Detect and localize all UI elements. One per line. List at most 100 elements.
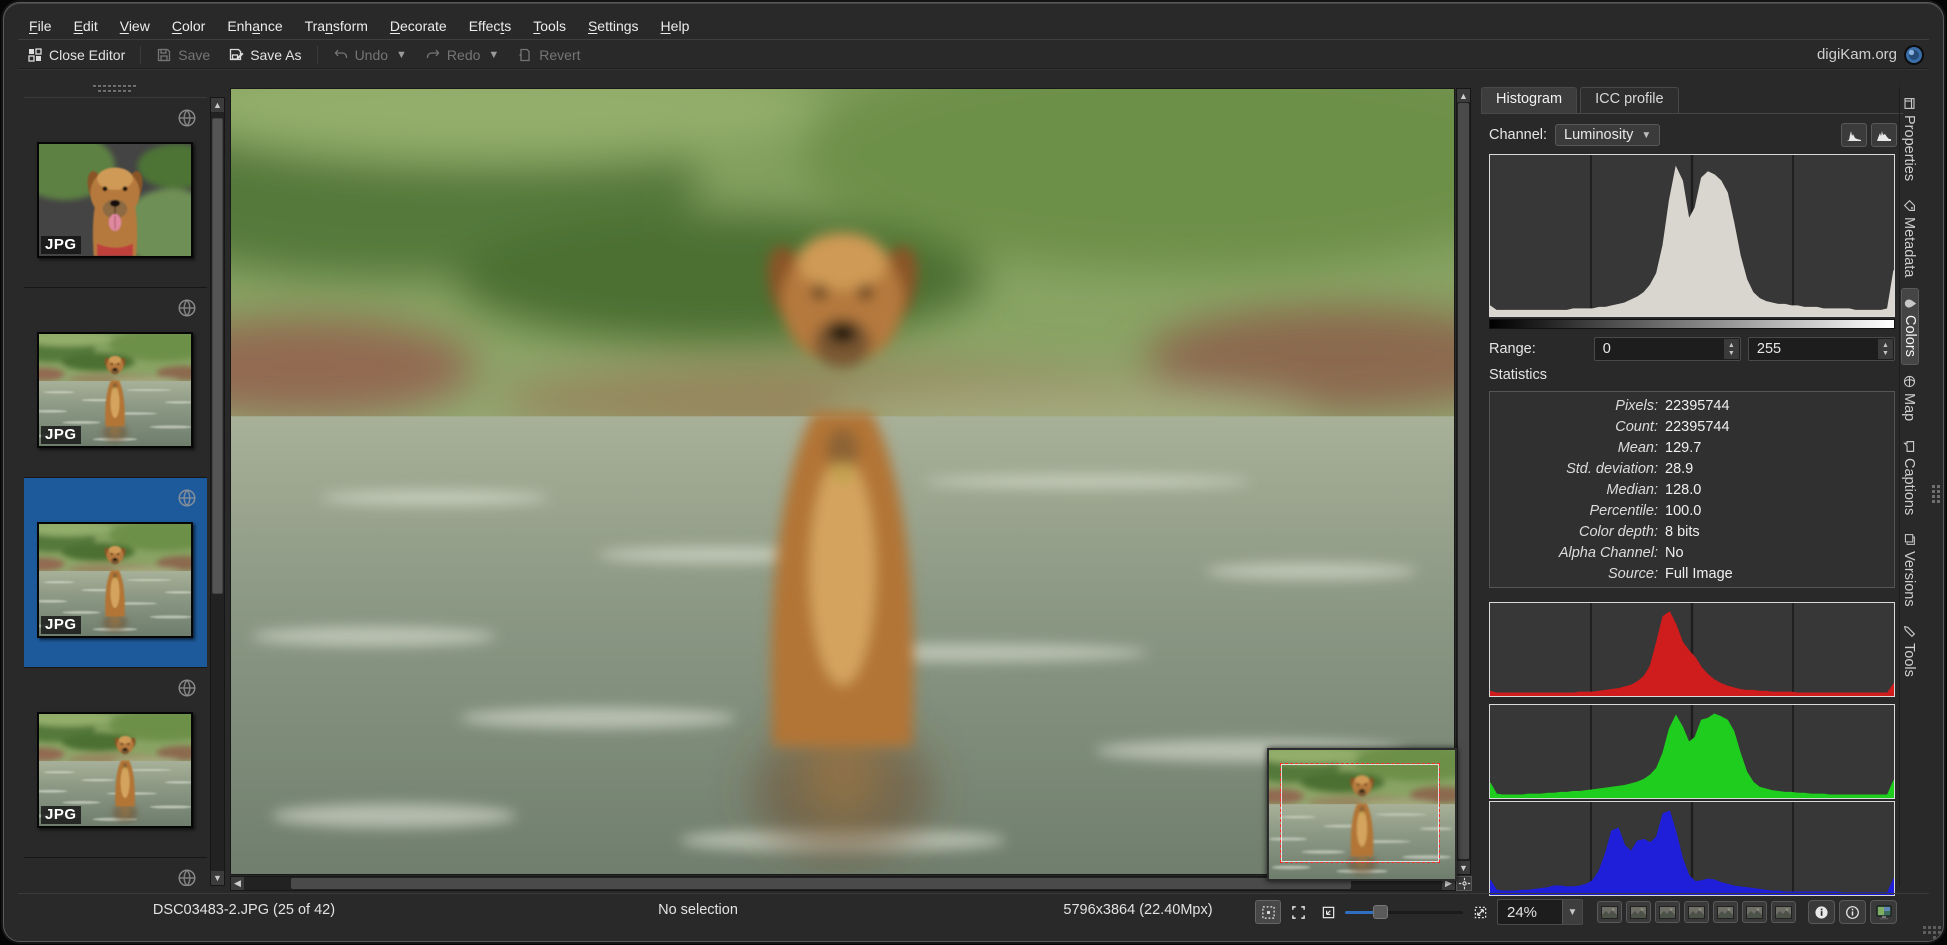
undo-button[interactable]: Undo▼ — [324, 44, 416, 66]
thumbnail-item-5[interactable] — [24, 858, 207, 886]
image-mini-icon — [1601, 906, 1618, 919]
sidebar-tab-colors[interactable]: Colors — [1901, 288, 1919, 366]
save-as-button[interactable]: Save As — [219, 44, 310, 66]
thumbnail-image[interactable]: JPG — [37, 332, 193, 448]
luminosity-histogram[interactable] — [1489, 154, 1895, 317]
sidebar-tab-captions[interactable]: Captions — [1901, 432, 1917, 523]
scroll-up-icon[interactable]: ▲ — [1457, 89, 1470, 102]
menu-settings[interactable]: Settings — [577, 15, 650, 37]
image-mini-icon — [1688, 906, 1705, 919]
stat-label: Alpha Channel: — [1490, 543, 1658, 564]
toolbar-separator — [317, 46, 318, 64]
scroll-down-icon[interactable]: ▼ — [1457, 861, 1470, 874]
thumbnail-image[interactable]: JPG — [37, 712, 193, 828]
stat-label: Std. deviation: — [1490, 459, 1658, 480]
sidebar-tab-properties[interactable]: Properties — [1901, 89, 1917, 189]
visible-region-rectangle[interactable] — [1280, 763, 1440, 863]
status-selection: No selection — [498, 902, 898, 918]
scroll-left-icon[interactable]: ◀ — [231, 877, 244, 890]
thumbnail-item-1[interactable]: JPG — [24, 98, 207, 288]
zoom-out-button[interactable] — [1315, 900, 1341, 924]
editor-preview-button-3[interactable] — [1655, 901, 1680, 923]
editor-preview-button-4[interactable] — [1684, 901, 1709, 923]
pan-preview-overlay[interactable] — [1267, 748, 1457, 881]
stat-value: Full Image — [1658, 564, 1733, 585]
menu-edit[interactable]: Edit — [63, 15, 109, 37]
chevron-down-icon[interactable]: ▼ — [396, 49, 407, 61]
sidebar-tab-tools[interactable]: Tools — [1901, 617, 1917, 685]
sidebar-tab-map[interactable]: Map — [1901, 367, 1917, 429]
revert-button[interactable]: Revert — [508, 44, 589, 66]
save-as-label: Save As — [250, 47, 301, 63]
zoom-fit-selection-button[interactable] — [1285, 900, 1311, 924]
tab-histogram[interactable]: Histogram — [1481, 87, 1577, 113]
editor-preview-button-7[interactable] — [1771, 901, 1796, 923]
thumbnail-item-3-selected[interactable]: JPG — [24, 478, 207, 668]
chevron-down-icon[interactable]: ▼ — [488, 49, 499, 61]
color-managed-view-button[interactable] — [1870, 900, 1897, 924]
editor-preview-button-5[interactable] — [1713, 901, 1738, 923]
channel-dropdown[interactable]: Luminosity ▼ — [1555, 124, 1660, 146]
menu-transform[interactable]: Transform — [294, 15, 379, 37]
channel-dropdown-value: Luminosity — [1564, 127, 1633, 143]
menu-view[interactable]: View — [109, 15, 161, 37]
scrollbar-thumb[interactable] — [1458, 103, 1469, 859]
linear-histogram-button[interactable] — [1841, 123, 1867, 147]
thumbnail-scrollbar[interactable]: ▲ ▼ — [210, 97, 225, 886]
save-button[interactable]: Save — [147, 44, 219, 66]
stat-row-percentile: Percentile:100.0 — [1490, 501, 1894, 522]
zoom-fit-window-button[interactable] — [1255, 900, 1281, 924]
menu-effects[interactable]: Effects — [458, 15, 523, 37]
spinner-arrows-icon[interactable]: ▲▼ — [1878, 339, 1893, 359]
spinner-arrows-icon[interactable]: ▲▼ — [1724, 339, 1739, 359]
red-channel-histogram — [1489, 602, 1895, 697]
thumbnail-item-4[interactable]: JPG — [24, 668, 207, 858]
scrollbar-thumb[interactable] — [212, 118, 223, 594]
menu-tools[interactable]: Tools — [522, 15, 577, 37]
editor-preview-button-1[interactable] — [1597, 901, 1622, 923]
stat-label: Mean: — [1490, 438, 1658, 459]
menu-enhance[interactable]: Enhance — [216, 15, 293, 37]
sidebar-resize-grip[interactable] — [1932, 479, 1940, 509]
redo-button[interactable]: Redo▼ — [416, 44, 508, 66]
thumbnail-image[interactable]: JPG — [37, 522, 193, 638]
tab-icc-profile[interactable]: ICC profile — [1580, 87, 1679, 113]
scroll-down-icon[interactable]: ▼ — [211, 871, 224, 885]
slider-handle[interactable] — [1373, 905, 1388, 919]
scrollbar-thumb[interactable] — [291, 878, 1351, 889]
statistics-heading: Statistics — [1489, 367, 1547, 383]
image-mini-icon — [1746, 906, 1763, 919]
window-resize-grip[interactable] — [1919, 919, 1941, 939]
menu-decorate[interactable]: Decorate — [379, 15, 458, 37]
menu-color[interactable]: Color — [161, 15, 216, 37]
editor-preview-button-2[interactable] — [1626, 901, 1651, 923]
format-badge: JPG — [41, 616, 81, 634]
canvas-vertical-scrollbar[interactable]: ▲ ▼ — [1456, 88, 1471, 875]
brand-label: digiKam.org — [1817, 46, 1897, 63]
chevron-down-icon[interactable]: ▼ — [1562, 900, 1582, 924]
revert-label: Revert — [539, 47, 580, 63]
overexposure-indicator-button[interactable] — [1839, 900, 1866, 924]
thumbnail-item-2[interactable]: JPG — [24, 288, 207, 478]
zoom-slider[interactable] — [1345, 900, 1463, 924]
thumbnail-image[interactable]: JPG — [37, 142, 193, 258]
thumbbar-drag-handle[interactable] — [92, 84, 136, 93]
log-histogram-button[interactable] — [1871, 123, 1897, 147]
pan-tool-button[interactable] — [1456, 876, 1472, 891]
range-max-spinbox[interactable]: 255 ▲▼ — [1748, 337, 1895, 361]
editor-preview-button-6[interactable] — [1742, 901, 1767, 923]
menu-help[interactable]: Help — [650, 15, 701, 37]
zoom-percent-combo[interactable]: 24% ▼ — [1497, 899, 1583, 925]
colors-side-panel: HistogramICC profile Channel: Luminosity… — [1481, 87, 1903, 886]
undo-icon — [333, 47, 349, 63]
info-outline-icon — [1845, 905, 1860, 920]
range-min-spinbox[interactable]: 0 ▲▼ — [1594, 337, 1741, 361]
zoom-in-button[interactable] — [1467, 900, 1493, 924]
tools-icon — [1903, 625, 1916, 638]
menu-file[interactable]: File — [18, 15, 63, 37]
scroll-up-icon[interactable]: ▲ — [211, 98, 224, 112]
close-editor-button[interactable]: Close Editor — [18, 44, 134, 66]
underexposure-indicator-button[interactable] — [1808, 900, 1835, 924]
sidebar-tab-versions[interactable]: Versions — [1901, 525, 1917, 615]
sidebar-tab-metadata[interactable]: Metadata — [1901, 191, 1917, 285]
